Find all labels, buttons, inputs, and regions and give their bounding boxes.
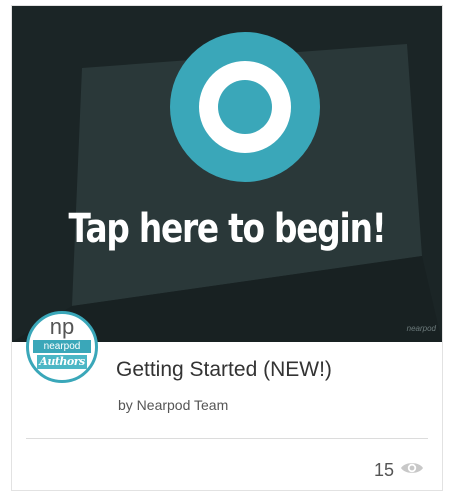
authors-label: Authors [37,355,87,369]
lesson-thumbnail[interactable]: Tap here to begin! nearpod [12,6,442,342]
nearpod-authors-badge: np nearpod Authors [26,311,98,383]
thumbnail-background [12,6,442,342]
lesson-title[interactable]: Getting Started (NEW!) [116,358,332,382]
tap-here-headline: Tap here to begin! [68,206,387,252]
views-counter: 15 [374,458,424,482]
lesson-card[interactable]: Tap here to begin! nearpod np nearpod Au… [11,5,443,491]
target-icon [170,32,320,182]
eye-icon [400,460,424,481]
np-logo-text: np [49,314,75,339]
views-count: 15 [373,459,394,480]
nearpod-brand-label: nearpod [33,340,91,353]
lesson-author: by Nearpod Team [118,397,229,413]
nearpod-watermark: nearpod [406,324,436,333]
card-divider [26,438,428,439]
